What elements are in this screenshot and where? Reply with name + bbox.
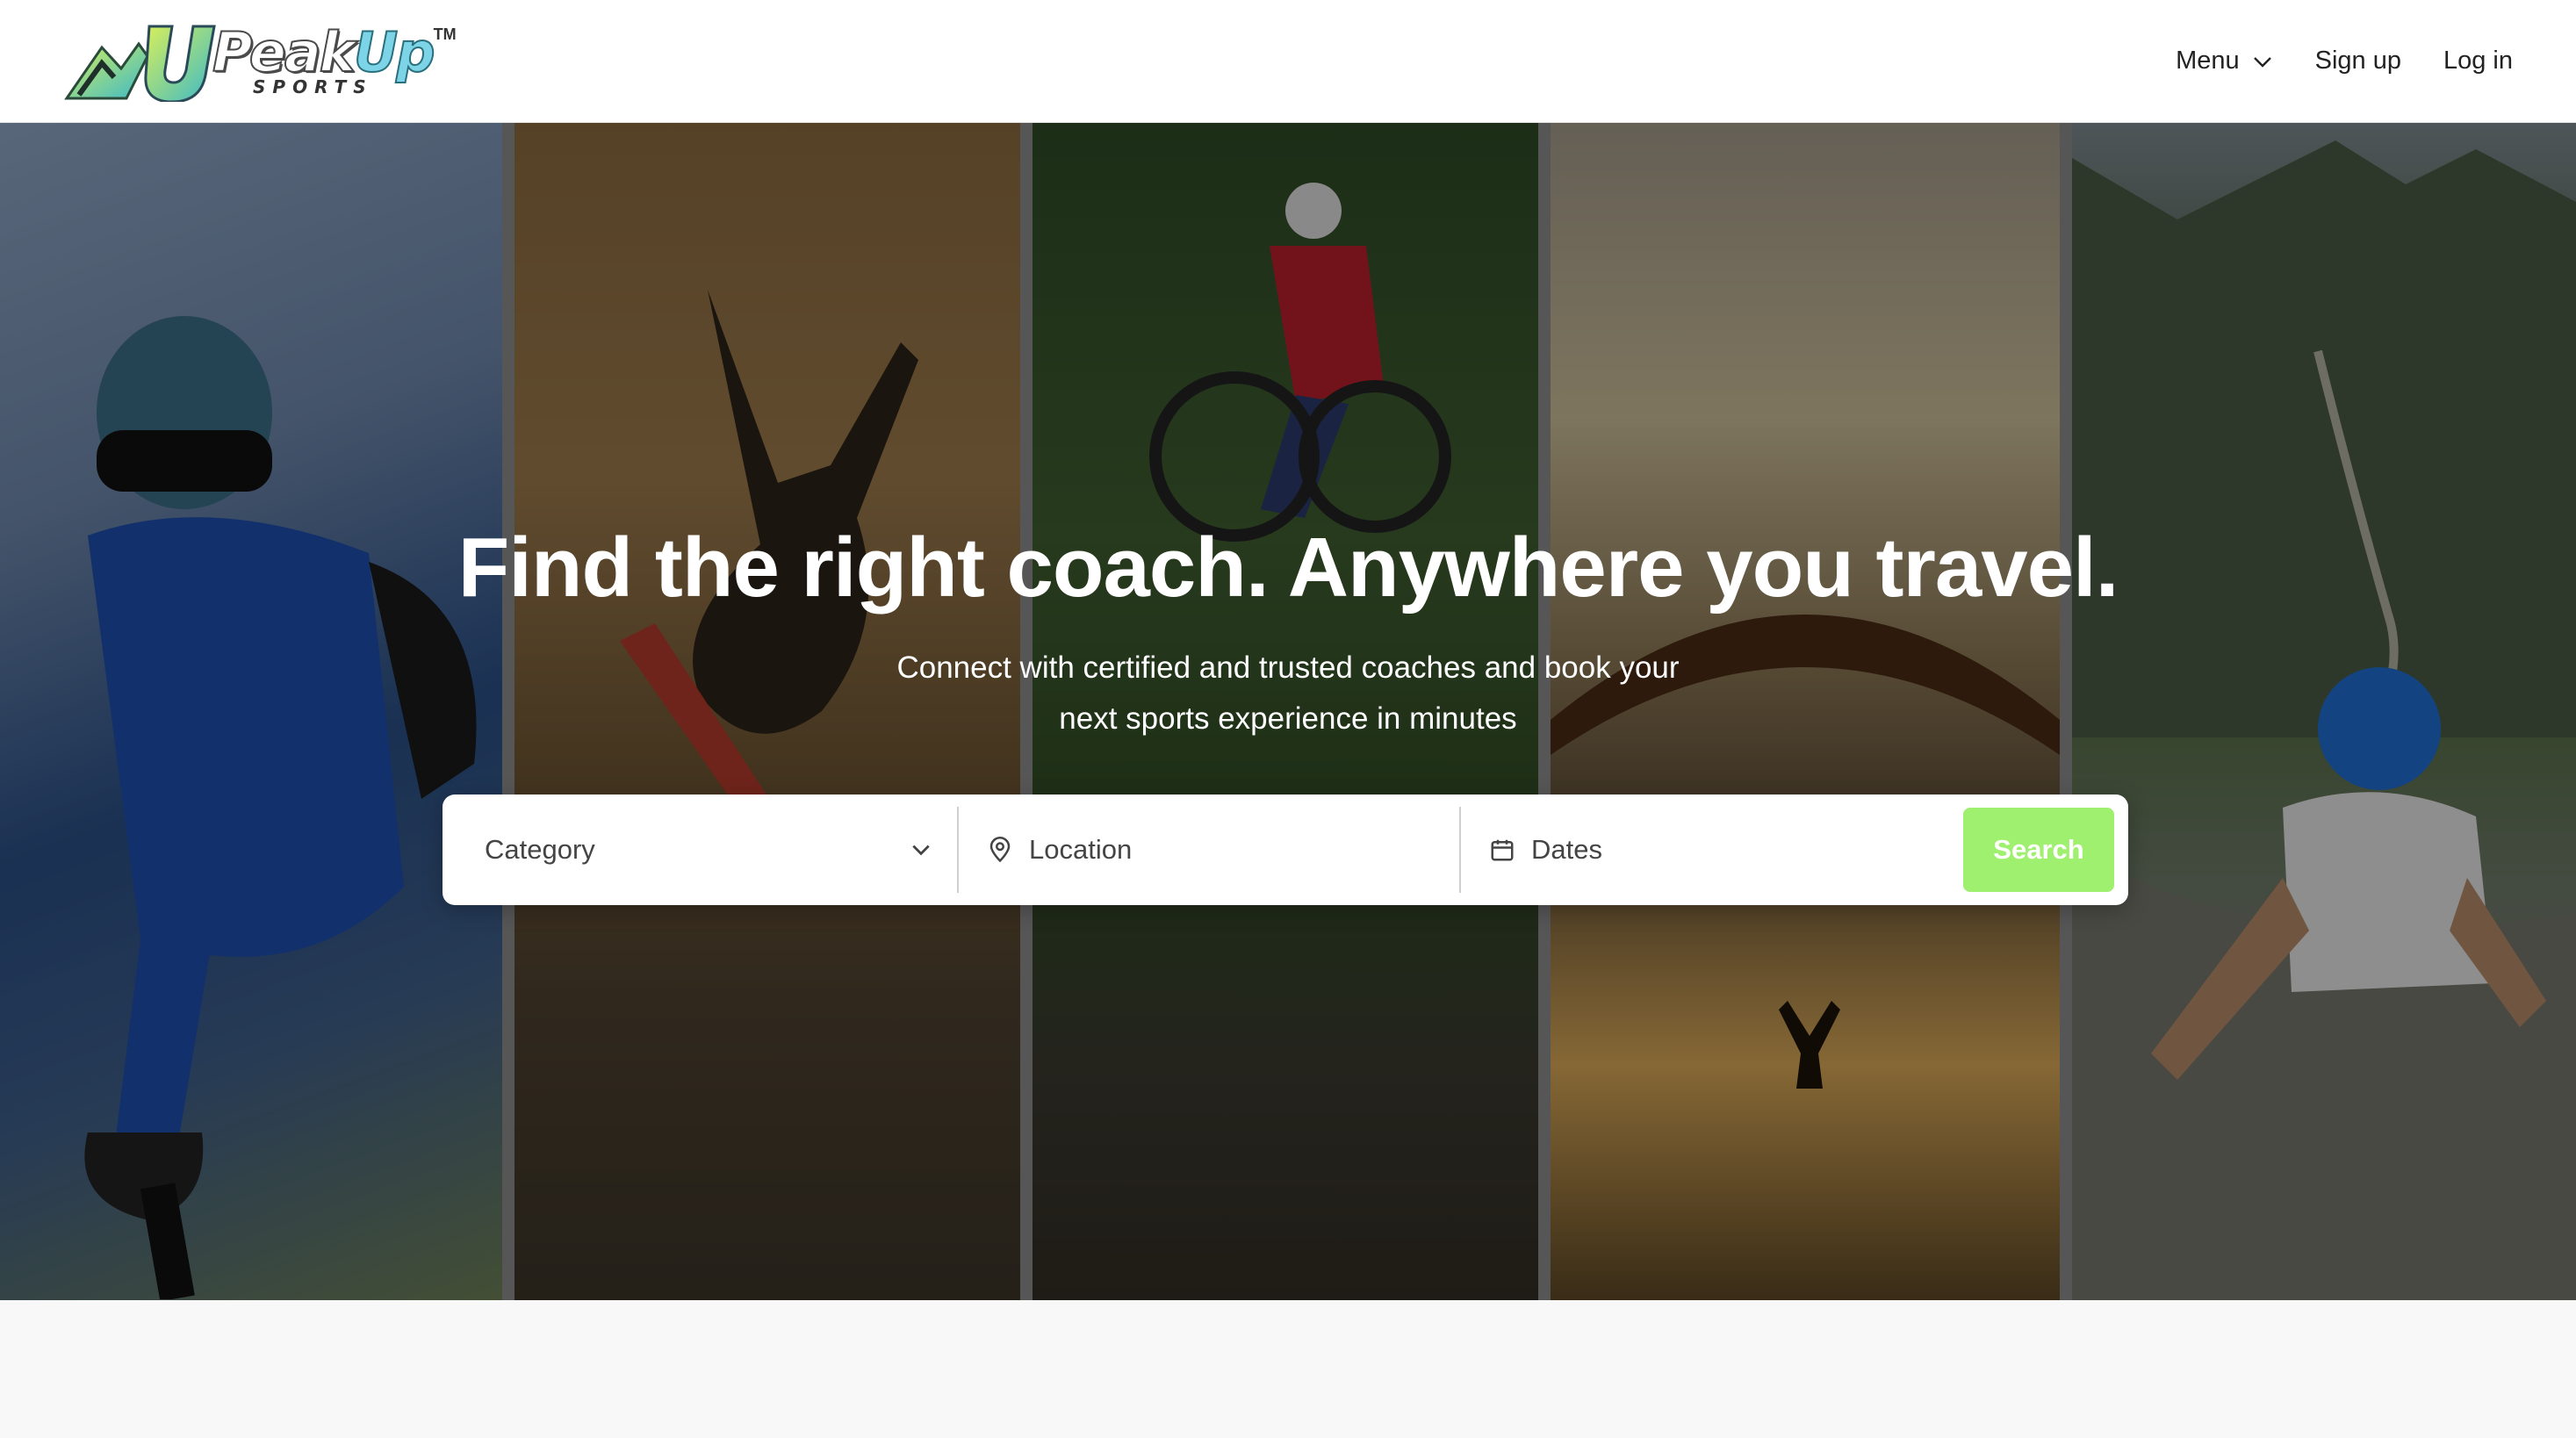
category-placeholder: Category bbox=[485, 834, 595, 865]
chevron-down-icon bbox=[2253, 56, 2271, 68]
logo-word-up: Up bbox=[353, 19, 436, 84]
location-placeholder: Location bbox=[1029, 834, 1133, 865]
calendar-icon bbox=[1491, 839, 1514, 861]
top-nav: Menu Sign up Log in bbox=[2176, 47, 2513, 75]
hero-subtitle: Connect with certified and trusted coach… bbox=[896, 651, 1680, 736]
menu-label: Menu bbox=[2176, 47, 2240, 75]
category-select[interactable]: Category bbox=[443, 807, 959, 893]
hero-content: Find the right coach. Anywhere you trave… bbox=[0, 123, 2576, 744]
hero-title: Find the right coach. Anywhere you trave… bbox=[457, 521, 2119, 615]
site-header: PeakUp SPORTS TM Menu Sign up Log in bbox=[0, 0, 2576, 123]
dates-input[interactable]: Dates bbox=[1461, 807, 1963, 893]
trademark-mark: TM bbox=[433, 25, 457, 43]
logo-wordmark: PeakUp SPORTS TM bbox=[212, 24, 457, 97]
logo-mark-icon bbox=[64, 25, 216, 102]
peakup-logo[interactable]: PeakUp SPORTS TM bbox=[63, 18, 457, 105]
map-pin-icon bbox=[989, 837, 1011, 863]
sign-up-link[interactable]: Sign up bbox=[2315, 47, 2401, 75]
search-bar: Category Location Dates Search bbox=[443, 794, 2128, 905]
dates-placeholder: Dates bbox=[1531, 834, 1602, 865]
location-input[interactable]: Location bbox=[959, 807, 1461, 893]
hero-section: Find the right coach. Anywhere you trave… bbox=[0, 123, 2576, 1300]
menu-dropdown[interactable]: Menu bbox=[2176, 47, 2273, 75]
chevron-down-icon bbox=[912, 845, 930, 856]
search-button[interactable]: Search bbox=[1963, 808, 2114, 892]
logo-word-peak: Peak bbox=[212, 19, 356, 84]
logo-subtitle: SPORTS bbox=[253, 75, 373, 97]
log-in-link[interactable]: Log in bbox=[2443, 47, 2513, 75]
